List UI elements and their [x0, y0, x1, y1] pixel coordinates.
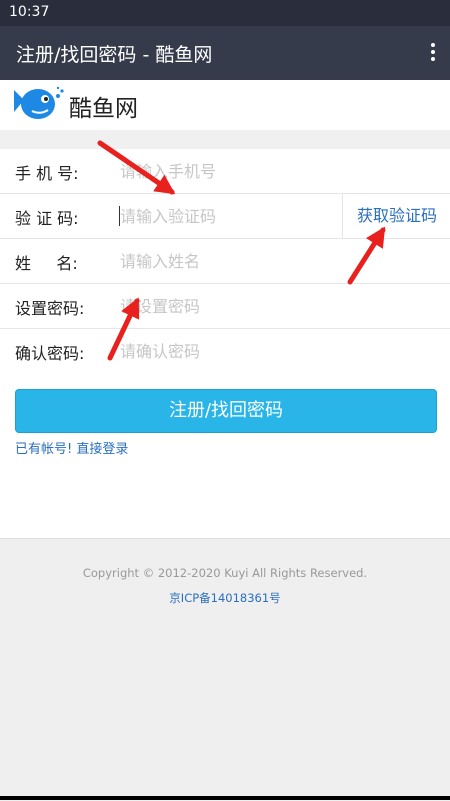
confirm-password-input[interactable] — [120, 329, 420, 373]
verification-code-input[interactable] — [120, 194, 335, 238]
submit-button[interactable]: 注册/找回密码 — [15, 389, 437, 433]
get-code-button[interactable]: 获取验证码 — [342, 194, 450, 238]
password-row: 设置密码: — [0, 284, 450, 329]
login-link[interactable]: 直接登录 — [76, 442, 128, 457]
name-label: 姓 名: — [15, 254, 78, 273]
icp-link[interactable]: 京ICP备14018361号 — [0, 590, 450, 606]
phone-input[interactable] — [120, 149, 420, 193]
footer: Copyright © 2012-2020 Kuyi All Rights Re… — [0, 538, 450, 801]
app-bar: 注册/找回密码 - 酷鱼网 — [0, 26, 450, 80]
status-time: 10:37 — [9, 4, 50, 20]
phone-label: 手 机 号: — [15, 164, 79, 183]
section-divider — [0, 130, 450, 149]
code-label: 验 证 码: — [15, 209, 79, 228]
phone-row: 手 机 号: — [0, 149, 450, 194]
nav-bar-edge — [0, 796, 450, 800]
name-row: 姓 名: — [0, 239, 450, 284]
name-input[interactable] — [120, 239, 420, 283]
code-row: 验 证 码: 获取验证码 — [0, 194, 450, 239]
confirm-row: 确认密码: — [0, 329, 450, 373]
login-prefix: 已有帐号! — [15, 442, 73, 457]
fish-logo-icon — [14, 86, 64, 119]
password-label: 设置密码: — [15, 299, 85, 318]
more-vert-icon[interactable] — [430, 43, 436, 63]
login-prompt: 已有帐号! 直接登录 — [15, 438, 128, 457]
page-title: 注册/找回密码 - 酷鱼网 — [16, 44, 213, 66]
brand-name: 酷鱼网 — [69, 96, 138, 122]
status-bar: 10:37 — [0, 0, 450, 26]
logo-bar: 酷鱼网 — [0, 80, 450, 130]
copyright-text: Copyright © 2012-2020 Kuyi All Rights Re… — [82, 566, 368, 580]
confirm-label: 确认密码: — [15, 344, 85, 363]
register-form: 手 机 号: 验 证 码: 获取验证码 姓 名: 设置密码: 确认密码: — [0, 149, 450, 373]
password-input[interactable] — [120, 284, 420, 328]
